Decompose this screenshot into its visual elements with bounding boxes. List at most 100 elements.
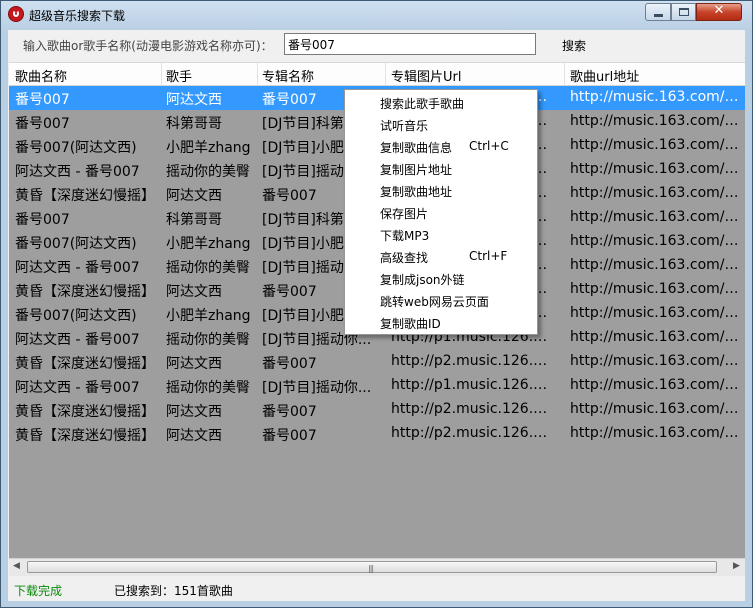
app-window: 超级音乐搜索下载 ✕ 输入歌曲or歌手名称(动漫电影游戏名称亦可)： 搜索 歌曲…: [0, 0, 753, 608]
table-cell: 科第哥哥: [166, 116, 222, 132]
table-cell: 番号007: [15, 116, 70, 132]
table-row[interactable]: 阿达文西 - 番号007 摇动你的美臀 [DJ节目]摇动你... http://p1.…: [9, 374, 745, 398]
table-cell: 阿达文西: [166, 356, 222, 372]
table-cell: http://music.163.com/son...: [570, 425, 745, 441]
menu-item[interactable]: 高级查找: [380, 249, 428, 266]
maximize-button[interactable]: [671, 3, 696, 21]
scroll-left-icon[interactable]: ◀: [13, 561, 20, 571]
table-cell: 番号007: [15, 212, 70, 228]
menu-item[interactable]: 下载MP3: [380, 227, 429, 244]
column-divider[interactable]: [564, 63, 565, 85]
menu-item[interactable]: 试听音乐: [380, 117, 428, 134]
table-cell: http://music.163.com/son...: [570, 257, 745, 273]
menu-item[interactable]: 复制成json外链: [380, 271, 465, 288]
table-cell: [DJ节目]摇动你...: [262, 380, 372, 396]
table-cell: 阿达文西: [166, 404, 222, 420]
minimize-button[interactable]: [645, 3, 671, 21]
menu-item[interactable]: 复制图片地址: [380, 161, 452, 178]
table-cell: http://music.163.com/son...: [570, 353, 745, 369]
table-cell: 番号007: [15, 92, 70, 108]
table-cell: 黄昏【深度迷幻慢摇】: [15, 188, 155, 204]
table-cell: 摇动你的美臀: [166, 164, 250, 180]
menu-item[interactable]: 复制歌曲ID: [380, 315, 441, 332]
menu-item[interactable]: 复制歌曲地址: [380, 183, 452, 200]
table-cell: 番号007(阿达文西): [15, 236, 137, 252]
menu-item[interactable]: 跳转web网易云页面: [380, 293, 489, 310]
close-icon: ✕: [713, 3, 725, 18]
table-cell: 番号007: [262, 428, 317, 444]
window-title: 超级音乐搜索下载: [29, 9, 126, 23]
table-cell: 番号007: [262, 356, 317, 372]
table-cell: http://p2.music.126.net...: [391, 425, 555, 441]
table-cell: 阿达文西: [166, 284, 222, 300]
table-cell: http://p2.music.126.net...: [391, 401, 555, 417]
close-button[interactable]: ✕: [696, 3, 742, 21]
table-cell: http://music.163.com/son...: [570, 233, 745, 249]
table-cell: http://music.163.com/son...: [570, 185, 745, 201]
table-cell: 阿达文西: [166, 92, 222, 108]
menu-item[interactable]: 复制歌曲信息: [380, 139, 452, 156]
table-cell: http://p1.music.126.net...: [391, 377, 555, 393]
title-bar[interactable]: 超级音乐搜索下载 ✕: [1, 1, 752, 29]
table-cell: http://music.163.com/son...: [570, 209, 745, 225]
table-cell: 阿达文西 - 番号007: [15, 332, 140, 348]
table-cell: 番号007: [262, 404, 317, 420]
table-cell: http://p2.music.126.net...: [391, 353, 555, 369]
horizontal-scrollbar[interactable]: ◀ ||| ▶: [9, 558, 745, 576]
table-row[interactable]: 黄昏【深度迷幻慢摇】阿达文西 番号007 http://p2.music.126.n…: [9, 350, 745, 374]
column-header-album[interactable]: 专辑名称: [262, 66, 314, 85]
table-cell: 阿达文西 - 番号007: [15, 164, 140, 180]
status-bar: 下载完成 已搜索到：151首歌曲: [8, 576, 745, 601]
table-row[interactable]: 黄昏【深度迷幻慢摇】阿达文西 番号007 http://p2.music.126.n…: [9, 422, 745, 446]
table-cell: http://music.163.com/son...: [570, 329, 745, 345]
maximize-icon: [679, 8, 689, 16]
scrollbar-thumb[interactable]: |||: [27, 561, 717, 573]
column-divider[interactable]: [385, 63, 386, 85]
table-cell: 小肥羊zhang: [166, 308, 251, 324]
table-cell: 小肥羊zhang: [166, 236, 251, 252]
table-cell: 摇动你的美臀: [166, 380, 250, 396]
download-status: 下载完成: [14, 584, 63, 598]
column-header-song-name[interactable]: 歌曲名称: [15, 66, 67, 85]
table-cell: 番号007(阿达文西): [15, 308, 137, 324]
table-cell: 阿达文西 - 番号007: [15, 260, 140, 276]
table-cell: 黄昏【深度迷幻慢摇】: [15, 356, 155, 372]
table-cell: 阿达文西 - 番号007: [15, 380, 140, 396]
search-input[interactable]: [284, 33, 536, 55]
music-app-icon: [9, 7, 23, 21]
search-count: 已搜索到：151首歌曲: [114, 584, 233, 598]
table-cell: http://music.163.com/son...: [570, 113, 745, 129]
menu-item[interactable]: 搜索此歌手歌曲: [380, 95, 464, 112]
table-cell: 阿达文西: [166, 428, 222, 444]
table-cell: 小肥羊zhang: [166, 140, 251, 156]
table-cell: 阿达文西: [166, 188, 222, 204]
column-divider[interactable]: [257, 63, 258, 85]
menu-item[interactable]: 保存图片: [380, 205, 428, 222]
table-cell: http://music.163.com/son...: [570, 161, 745, 177]
table-row[interactable]: 黄昏【深度迷幻慢摇】阿达文西 番号007 http://p2.music.126.n…: [9, 398, 745, 422]
column-header-album-image-url[interactable]: 专辑图片Url: [391, 66, 461, 85]
table-cell: 科第哥哥: [166, 212, 222, 228]
grip-icon: |||: [368, 564, 374, 573]
table-cell: http://music.163.com/son...: [570, 89, 745, 105]
search-button[interactable]: 搜索: [562, 37, 586, 54]
table-cell: http://music.163.com/son...: [570, 305, 745, 321]
table-cell: 番号007(阿达文西): [15, 140, 137, 156]
table-cell: 黄昏【深度迷幻慢摇】: [15, 284, 155, 300]
context-menu: 搜索此歌手歌曲 试听音乐复制歌曲信息 Ctrl+C 复制图片地址 复制歌曲地址 保存图片下…: [344, 89, 538, 335]
table-cell: http://music.163.com/son...: [570, 137, 745, 153]
table-cell: http://music.163.com/son...: [570, 401, 745, 417]
column-header-song-url[interactable]: 歌曲url地址: [570, 66, 639, 85]
column-divider[interactable]: [161, 63, 162, 85]
menu-item-shortcut: Ctrl+C: [469, 139, 509, 153]
scroll-right-icon[interactable]: ▶: [733, 561, 740, 571]
minimize-icon: [654, 14, 663, 17]
column-header-artist[interactable]: 歌手: [166, 66, 192, 85]
menu-item-shortcut: Ctrl+F: [469, 249, 508, 263]
table-cell: 黄昏【深度迷幻慢摇】: [15, 428, 155, 444]
table-cell: 摇动你的美臀: [166, 260, 250, 276]
table-cell: 黄昏【深度迷幻慢摇】: [15, 404, 155, 420]
table-cell: 摇动你的美臀: [166, 332, 250, 348]
table-cell: http://music.163.com/son...: [570, 377, 745, 393]
table-cell: http://music.163.com/son...: [570, 281, 745, 297]
